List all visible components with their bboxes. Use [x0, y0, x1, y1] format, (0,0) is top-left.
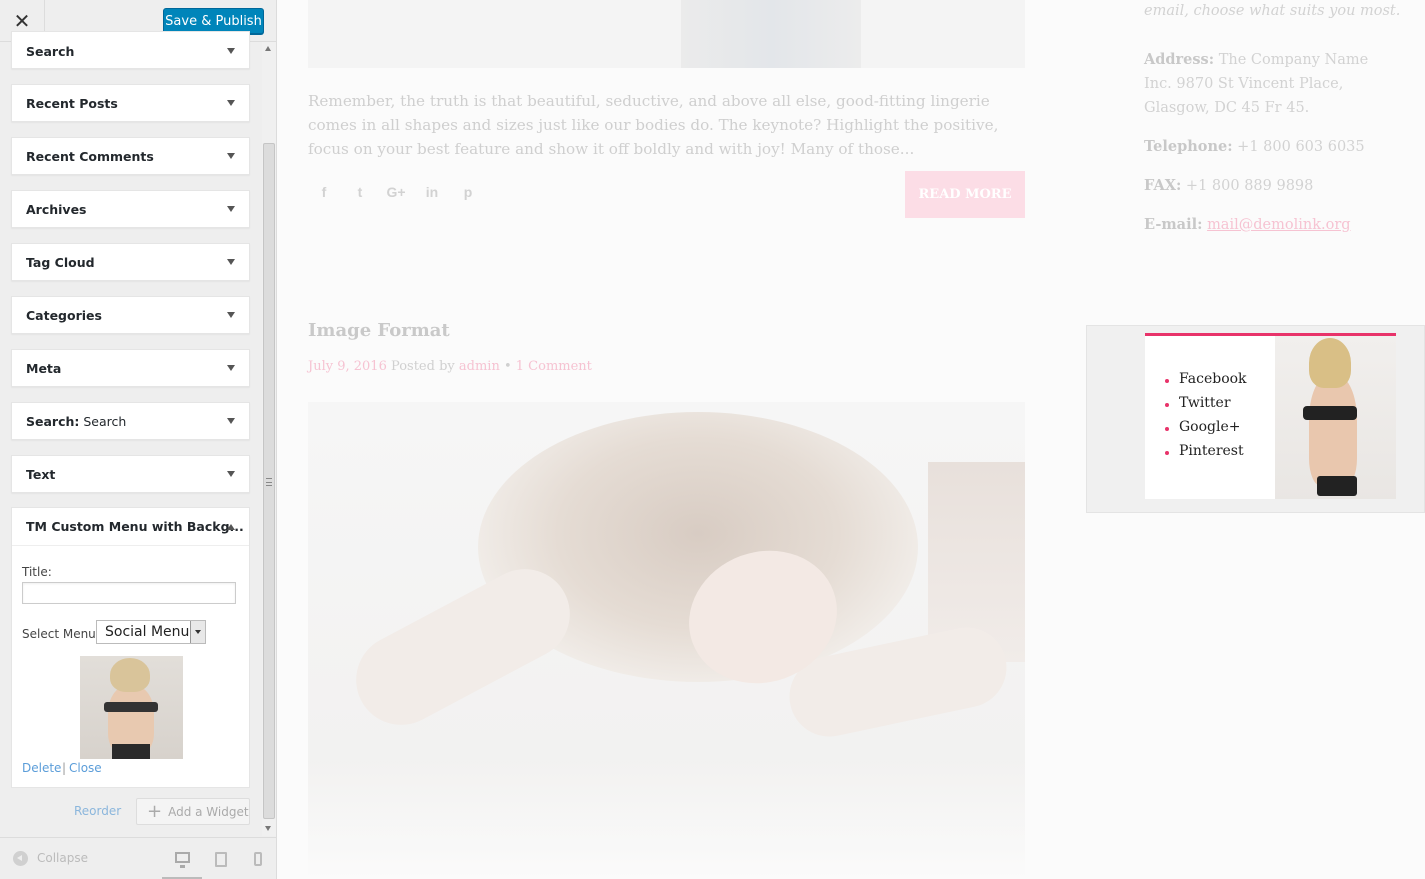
twitter-icon[interactable]: t — [350, 183, 370, 201]
widget-title: Search: Search — [26, 414, 127, 429]
meta-dot: • — [503, 359, 512, 374]
social-menu-item-twitter[interactable]: Twitter — [1165, 395, 1247, 411]
google-plus-icon[interactable]: G+ — [386, 183, 406, 201]
widget-categories[interactable]: Categories — [11, 296, 250, 334]
share-icons: f t G+ in p — [314, 183, 478, 201]
collapse-icon[interactable] — [13, 851, 28, 866]
post-featured-image — [308, 402, 1025, 879]
widget-archives[interactable]: Archives — [11, 190, 250, 228]
social-menu-item-google-plus[interactable]: Google+ — [1165, 419, 1247, 435]
social-menu-item-pinterest[interactable]: Pinterest — [1165, 443, 1247, 459]
widget-tag-cloud[interactable]: Tag Cloud — [11, 243, 250, 281]
close-link[interactable]: Close — [69, 761, 102, 775]
menu-select-value: Social Menu — [105, 624, 190, 640]
add-widget-button[interactable]: + Add a Widget — [136, 798, 250, 825]
widget-title: TM Custom Menu with Backg... — [26, 519, 244, 534]
post-image-top — [308, 0, 1025, 68]
tablet-icon[interactable] — [201, 838, 241, 879]
chevron-down-icon[interactable] — [227, 153, 235, 159]
contact-fax: FAX: +1 800 889 9898 — [1144, 177, 1314, 194]
widget-text[interactable]: Text — [11, 455, 250, 493]
custom-menu-widget: Facebook Twitter Google+ Pinterest — [1086, 325, 1425, 513]
widget-title: Search — [26, 44, 75, 59]
desktop-icon[interactable] — [162, 838, 202, 879]
chevron-down-icon[interactable] — [190, 621, 205, 643]
select-menu-label: Select Menu: — [22, 627, 100, 641]
comments-link[interactable]: 1 Comment — [516, 359, 592, 374]
chevron-down-icon[interactable] — [227, 48, 235, 54]
chevron-down-icon[interactable] — [227, 206, 235, 212]
grip-icon — [266, 478, 272, 486]
plus-icon: + — [147, 801, 163, 822]
chevron-down-icon[interactable] — [227, 471, 235, 477]
widget-title: Archives — [26, 202, 87, 217]
widget-recent-comments[interactable]: Recent Comments — [11, 137, 250, 175]
posted-by-label: Posted by — [390, 359, 455, 374]
widget-title: Text — [26, 467, 56, 482]
post-date[interactable]: July 9, 2016 — [308, 359, 387, 374]
widget-meta[interactable]: Meta — [11, 349, 250, 387]
site-preview: Remember, the truth is that beautiful, s… — [277, 0, 1425, 879]
title-input[interactable] — [22, 582, 236, 604]
sidebar-scrollbar[interactable] — [262, 42, 276, 836]
widget-title: Recent Comments — [26, 149, 154, 164]
widget-search-search[interactable]: Search: Search — [11, 402, 250, 440]
social-menu-background-image — [1275, 336, 1396, 499]
title-label: Title: — [22, 565, 52, 579]
customizer-sidebar: ✕ Save & Publish Search Recent Posts Rec… — [0, 0, 277, 879]
chevron-down-icon[interactable] — [227, 365, 235, 371]
post-title[interactable]: Image Format — [308, 320, 450, 341]
widget-title: Recent Posts — [26, 96, 118, 111]
email-link[interactable]: mail@demolink.org — [1207, 217, 1350, 233]
linkedin-icon[interactable]: in — [422, 183, 442, 201]
scroll-up-icon[interactable] — [265, 46, 271, 51]
menu-select[interactable]: Social Menu — [96, 620, 206, 644]
widget-header[interactable]: TM Custom Menu with Backg... — [12, 508, 249, 546]
chevron-up-icon[interactable] — [227, 524, 235, 530]
widget-recent-posts[interactable]: Recent Posts — [11, 84, 250, 122]
delete-link[interactable]: Delete — [22, 761, 61, 775]
social-menu-card: Facebook Twitter Google+ Pinterest — [1145, 333, 1396, 499]
scroll-down-icon[interactable] — [265, 826, 271, 831]
contact-intro: email, choose what suits you most. — [1144, 3, 1401, 19]
pinterest-icon[interactable]: p — [458, 183, 478, 201]
post-meta: July 9, 2016 Posted by admin • 1 Comment — [308, 359, 592, 374]
background-image-thumbnail[interactable] — [80, 656, 183, 759]
chevron-down-icon[interactable] — [227, 418, 235, 424]
scroll-thumb[interactable] — [263, 143, 275, 819]
read-more-button[interactable]: Read more — [905, 171, 1025, 218]
separator: | — [62, 761, 67, 775]
author-link[interactable]: admin — [459, 359, 500, 374]
add-widget-label: Add a Widget — [168, 804, 249, 819]
contact-phone: Telephone: +1 800 603 6035 — [1144, 138, 1365, 155]
social-menu-item-facebook[interactable]: Facebook — [1165, 371, 1247, 387]
facebook-icon[interactable]: f — [314, 183, 334, 201]
contact-address: Address: The Company Name Inc. 9870 St V… — [1144, 51, 1369, 116]
widget-title: Meta — [26, 361, 62, 376]
mobile-icon[interactable] — [238, 838, 276, 879]
chevron-down-icon[interactable] — [227, 100, 235, 106]
post-excerpt: Remember, the truth is that beautiful, s… — [308, 92, 999, 158]
widget-tm-custom-menu: TM Custom Menu with Backg... Title: Sele… — [11, 507, 250, 788]
widget-title: Tag Cloud — [26, 255, 95, 270]
social-menu-list: Facebook Twitter Google+ Pinterest — [1165, 371, 1247, 467]
reorder-link[interactable]: Reorder — [74, 804, 121, 818]
collapse-button[interactable]: Collapse — [37, 851, 88, 865]
customizer-footer: Collapse — [0, 837, 276, 879]
contact-email: E-mail: mail@demolink.org — [1144, 216, 1351, 233]
chevron-down-icon[interactable] — [227, 312, 235, 318]
chevron-down-icon[interactable] — [227, 259, 235, 265]
widget-title: Categories — [26, 308, 102, 323]
widget-search[interactable]: Search — [11, 31, 250, 69]
